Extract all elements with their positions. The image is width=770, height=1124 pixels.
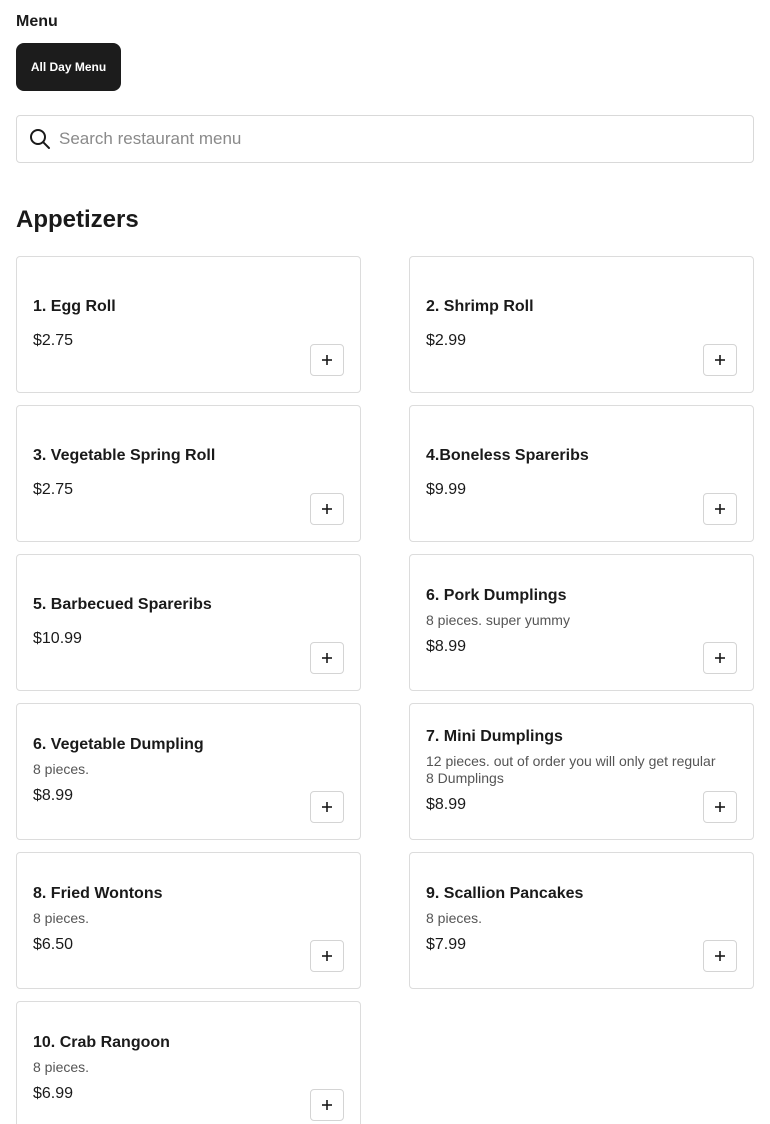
menu-item-card[interactable]: 7. Mini Dumplings 12 pieces. out of order… xyxy=(409,703,754,840)
menu-item-content: 9. Scallion Pancakes 8 pieces. $7.99 xyxy=(426,884,737,955)
menu-heading: Menu xyxy=(16,13,58,30)
plus-icon xyxy=(714,652,726,664)
plus-icon xyxy=(321,950,333,962)
menu-item-description: 12 pieces. out of order you will only ge… xyxy=(426,752,716,786)
menu-item-price: $7.99 xyxy=(426,936,467,953)
add-item-button[interactable] xyxy=(310,344,344,376)
menu-item-price: $2.99 xyxy=(426,331,467,349)
menu-item-description: 8 pieces. xyxy=(33,1059,90,1075)
menu-item-name: 8. Fried Wontons xyxy=(33,885,163,902)
menu-item-content: 8. Fried Wontons 8 pieces. $6.50 xyxy=(33,884,344,955)
tab-all-day-menu[interactable]: All Day Menu xyxy=(16,43,121,91)
menu-item-content: 6. Vegetable Dumpling 8 pieces. $8.99 xyxy=(33,735,344,806)
menu-item-price: $2.75 xyxy=(33,331,74,349)
add-item-button[interactable] xyxy=(310,791,344,823)
menu-item-description: 8 pieces. xyxy=(33,761,90,777)
menu-item-price: $6.50 xyxy=(33,936,74,953)
search-bar[interactable] xyxy=(16,115,754,163)
plus-icon xyxy=(714,503,726,515)
menu-item-card[interactable]: 3. Vegetable Spring Roll $2.75 xyxy=(16,405,361,542)
menu-item-name: 3. Vegetable Spring Roll xyxy=(33,446,216,464)
add-item-button[interactable] xyxy=(703,791,737,823)
section-title-appetizers: Appetizers xyxy=(16,206,139,233)
plus-icon xyxy=(714,801,726,813)
menu-item-name: 2. Shrimp Roll xyxy=(426,297,534,315)
plus-icon xyxy=(321,652,333,664)
menu-item-content: 6. Pork Dumplings 8 pieces. super yummy $8… xyxy=(426,586,737,657)
add-item-button[interactable] xyxy=(703,493,737,525)
add-item-button[interactable] xyxy=(703,940,737,972)
menu-item-card[interactable]: 9. Scallion Pancakes 8 pieces. $7.99 xyxy=(409,852,754,989)
menu-item-price: $8.99 xyxy=(426,795,467,813)
menu-item-name: 6. Vegetable Dumpling xyxy=(33,736,204,753)
plus-icon xyxy=(321,801,333,813)
menu-item-content: 2. Shrimp Roll $2.99 xyxy=(426,297,737,351)
menu-item-price: $6.99 xyxy=(33,1085,74,1102)
menu-item-name: 7. Mini Dumplings xyxy=(426,727,563,745)
menu-item-grid: 1. Egg Roll $2.75 2. Shrimp Roll $2.99 3. Ve… xyxy=(16,256,754,1124)
menu-item-card[interactable]: 5. Barbecued Spareribs $10.99 xyxy=(16,554,361,691)
menu-item-content: 4.Boneless Spareribs $9.99 xyxy=(426,446,737,500)
plus-icon xyxy=(321,354,333,366)
menu-item-description: 8 pieces. xyxy=(426,910,483,926)
menu-item-price: $10.99 xyxy=(33,629,82,647)
menu-item-name: 5. Barbecued Spareribs xyxy=(33,595,212,613)
menu-item-card[interactable]: 2. Shrimp Roll $2.99 xyxy=(409,256,754,393)
add-item-button[interactable] xyxy=(310,1089,344,1121)
menu-item-price: $8.99 xyxy=(426,638,467,655)
menu-item-price: $9.99 xyxy=(426,480,467,498)
menu-item-content: 7. Mini Dumplings 12 pieces. out of order… xyxy=(426,727,737,815)
add-item-button[interactable] xyxy=(703,344,737,376)
menu-item-price: $8.99 xyxy=(33,787,74,804)
menu-item-content: 10. Crab Rangoon 8 pieces. $6.99 xyxy=(33,1033,344,1104)
menu-item-card[interactable]: 6. Pork Dumplings 8 pieces. super yummy $8… xyxy=(409,554,754,691)
menu-item-name: 10. Crab Rangoon xyxy=(33,1034,170,1051)
menu-item-card[interactable]: 4.Boneless Spareribs $9.99 xyxy=(409,405,754,542)
add-item-button[interactable] xyxy=(310,493,344,525)
menu-item-name: 1. Egg Roll xyxy=(33,297,116,315)
menu-item-card[interactable]: 1. Egg Roll $2.75 xyxy=(16,256,361,393)
search-input[interactable] xyxy=(59,116,753,162)
menu-item-card[interactable]: 6. Vegetable Dumpling 8 pieces. $8.99 xyxy=(16,703,361,840)
add-item-button[interactable] xyxy=(310,940,344,972)
menu-item-card[interactable]: 10. Crab Rangoon 8 pieces. $6.99 xyxy=(16,1001,361,1124)
menu-item-card[interactable]: 8. Fried Wontons 8 pieces. $6.50 xyxy=(16,852,361,989)
plus-icon xyxy=(321,503,333,515)
plus-icon xyxy=(321,1099,333,1111)
add-item-button[interactable] xyxy=(703,642,737,674)
menu-item-description: 8 pieces. xyxy=(33,910,90,926)
menu-item-name: 6. Pork Dumplings xyxy=(426,587,567,604)
menu-item-price: $2.75 xyxy=(33,480,74,498)
menu-item-content: 3. Vegetable Spring Roll $2.75 xyxy=(33,446,344,500)
menu-item-content: 1. Egg Roll $2.75 xyxy=(33,297,344,351)
menu-item-content: 5. Barbecued Spareribs $10.99 xyxy=(33,595,344,649)
search-icon xyxy=(29,128,51,150)
menu-page: Menu All Day Menu Appetizers 1. Egg Roll… xyxy=(0,0,770,1124)
plus-icon xyxy=(714,354,726,366)
menu-item-name: 9. Scallion Pancakes xyxy=(426,885,584,902)
menu-item-name: 4.Boneless Spareribs xyxy=(426,446,589,464)
menu-item-description: 8 pieces. super yummy xyxy=(426,612,570,628)
add-item-button[interactable] xyxy=(310,642,344,674)
plus-icon xyxy=(714,950,726,962)
